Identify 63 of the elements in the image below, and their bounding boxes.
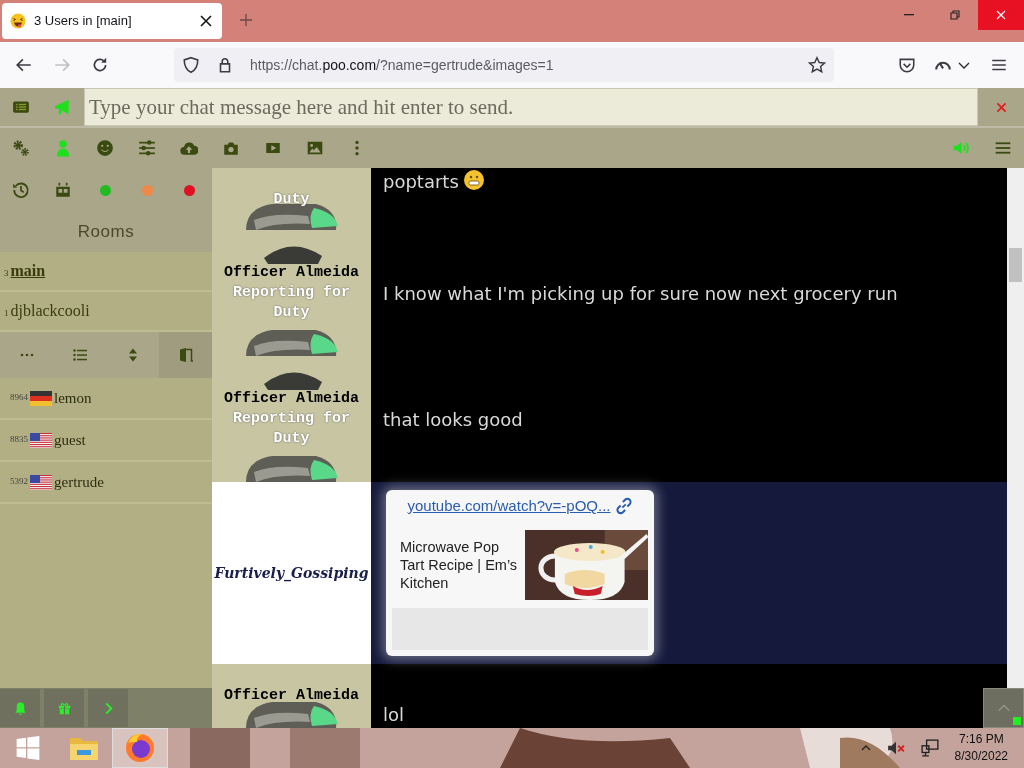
scroll-top-button[interactable] <box>983 688 1024 728</box>
bell-button[interactable] <box>0 689 40 727</box>
taskbar-clock[interactable]: 7:16 PM 8/30/2022 <box>954 731 1008 765</box>
user-name: Furtively_Gossiping <box>214 564 369 583</box>
user-name: Officer Almeida <box>224 389 359 409</box>
rooms-heading: Rooms <box>77 221 135 244</box>
flag-icon <box>30 432 52 448</box>
close-icon[interactable] <box>198 13 214 29</box>
speaker-muted-icon[interactable] <box>886 739 905 757</box>
restore-icon <box>947 7 963 23</box>
camera-icon[interactable] <box>222 139 240 157</box>
door-icon[interactable] <box>177 347 194 363</box>
browser-tab[interactable]: 3 Users in [main] <box>2 3 222 39</box>
clock-time: 7:16 PM <box>957 731 1005 748</box>
url-bar[interactable]: https://chat.poo.com/?name=gertrude&images=1 <box>174 48 834 82</box>
gift-button[interactable] <box>44 689 84 727</box>
user-name: Officer Almeida <box>224 263 359 283</box>
scrollbar[interactable] <box>1007 168 1024 688</box>
bell-icon <box>12 700 28 716</box>
reload-icon[interactable] <box>91 56 109 74</box>
pocket-icon[interactable] <box>898 56 916 74</box>
caret-up-icon[interactable] <box>860 743 871 753</box>
message-text: I know what I'm picking up for sure now next grocery run <box>382 281 898 306</box>
gears-icon[interactable] <box>12 139 30 157</box>
link-icon <box>614 497 633 515</box>
new-tab-icon[interactable] <box>238 12 254 28</box>
clock-date: 8/30/2022 <box>954 748 1008 765</box>
video-title: Microwave Pop Tart Recipe | Em’s Kitchen <box>400 538 519 592</box>
image-icon[interactable] <box>306 139 324 157</box>
user-name: Reporting for Duty <box>232 283 351 323</box>
link-preview-card[interactable]: youtube.com/watch?v=-pOQ... Microwave Pop Tart Recipe | Em’s Kitchen <box>386 490 654 656</box>
windows-logo-icon <box>15 735 41 761</box>
network-icon[interactable] <box>920 739 939 757</box>
browser-taskbar-button[interactable] <box>112 728 168 768</box>
fox-globe-icon <box>125 733 155 763</box>
status-dot[interactable] <box>183 184 195 196</box>
message-text: that looks good <box>382 407 523 432</box>
tab-title: 3 Users in [main] <box>34 12 133 31</box>
shield-icon <box>182 56 200 74</box>
status-square <box>1013 717 1021 725</box>
smiley-icon[interactable] <box>96 139 114 157</box>
status-dot[interactable] <box>99 184 111 196</box>
message-text: lol <box>382 703 404 727</box>
history-icon[interactable] <box>12 181 30 199</box>
status-dot[interactable] <box>141 184 153 196</box>
url-text: https://chat.poo.com/?name=gertrude&images=1 <box>250 55 555 75</box>
robot-icon[interactable] <box>54 181 72 199</box>
sliders-icon[interactable] <box>138 139 156 157</box>
message-text: poptarts <box>382 170 459 194</box>
back-icon[interactable] <box>15 56 33 74</box>
list-icon[interactable] <box>71 347 88 363</box>
user-name: Reporting for Duty <box>232 409 351 449</box>
scrollbar-thumb[interactable] <box>1009 248 1022 282</box>
bookmark-star-icon[interactable] <box>808 56 826 74</box>
minimize-icon <box>904 14 914 16</box>
flag-icon <box>30 474 52 490</box>
emoji-favicon-icon <box>10 13 26 29</box>
gift-icon <box>56 700 72 716</box>
preview-link[interactable]: youtube.com/watch?v=-pOQ... <box>407 494 611 518</box>
flag-icon <box>30 390 52 406</box>
list-icon[interactable] <box>12 98 30 116</box>
cloud-upload-icon[interactable] <box>180 139 198 157</box>
chat-message-input[interactable]: Type your chat message here and hit enter to send. <box>84 88 978 126</box>
